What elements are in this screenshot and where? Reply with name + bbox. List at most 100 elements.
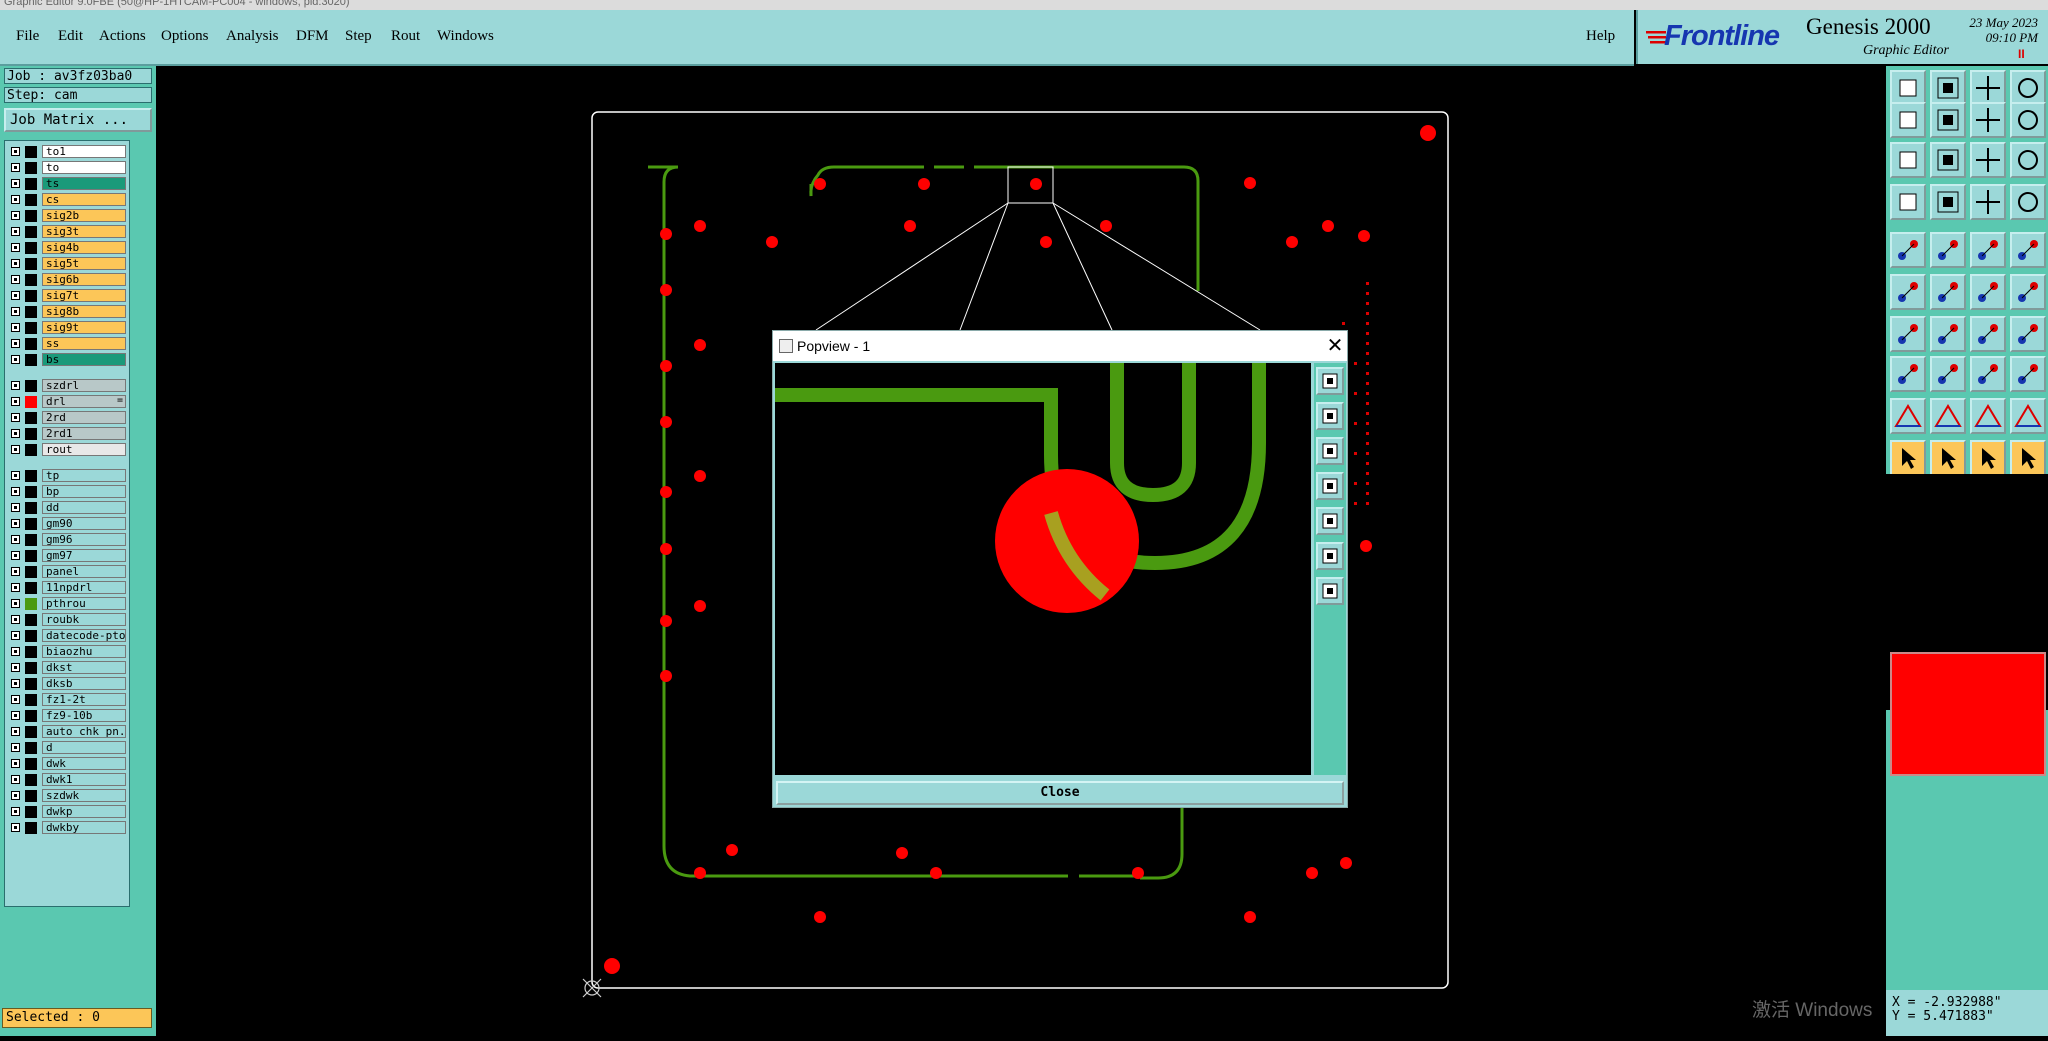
layer-checkbox[interactable]: [11, 243, 20, 252]
layer-color-swatch[interactable]: [25, 566, 37, 578]
layer-color-swatch[interactable]: [25, 726, 37, 738]
layer-name[interactable]: szdwk: [42, 789, 126, 802]
surface-edit-icon[interactable]: [2010, 398, 2046, 434]
layer-row[interactable]: 11npdrl: [5, 581, 129, 595]
layer-checkbox[interactable]: [11, 291, 20, 300]
pv-pan-left-icon[interactable]: [1316, 472, 1344, 500]
layer-checkbox[interactable]: [11, 535, 20, 544]
feature-select-icon[interactable]: [1890, 356, 1926, 392]
menu-step[interactable]: Step: [345, 28, 372, 45]
layer-checkbox[interactable]: [11, 339, 20, 348]
layer-row[interactable]: cs: [5, 193, 129, 207]
layer-row[interactable]: gm90: [5, 517, 129, 531]
layer-name[interactable]: dksb: [42, 677, 126, 690]
menu-edit[interactable]: Edit: [58, 28, 83, 45]
layer-row[interactable]: dwk: [5, 757, 129, 771]
layer-name[interactable]: sig3t: [42, 225, 126, 238]
layer-color-swatch[interactable]: [25, 742, 37, 754]
layer-checkbox[interactable]: [11, 211, 20, 220]
layer-color-swatch[interactable]: [25, 162, 37, 174]
dimension-icon[interactable]: [1970, 356, 2006, 392]
layer-color-swatch[interactable]: [25, 178, 37, 190]
layer-name[interactable]: dd: [42, 501, 126, 514]
layer-checkbox[interactable]: [11, 695, 20, 704]
surface-fill-icon[interactable]: [1970, 398, 2006, 434]
layer-checkbox[interactable]: [11, 791, 20, 800]
snap-icon[interactable]: [1890, 184, 1926, 220]
layer-row[interactable]: bs: [5, 353, 129, 367]
layer-row[interactable]: dwkby: [5, 821, 129, 835]
layer-color-swatch[interactable]: [25, 242, 37, 254]
layer-color-swatch[interactable]: [25, 550, 37, 562]
layer-checkbox[interactable]: [11, 195, 20, 204]
measure-icon[interactable]: [1970, 232, 2006, 268]
layer-row[interactable]: sig7t: [5, 289, 129, 303]
layer-row[interactable]: ss: [5, 337, 129, 351]
layer-color-swatch[interactable]: [25, 322, 37, 334]
layer-name[interactable]: tp: [42, 469, 126, 482]
layer-name[interactable]: ss: [42, 337, 126, 350]
layer-color-swatch[interactable]: [25, 380, 37, 392]
layer-color-swatch[interactable]: [25, 444, 37, 456]
layer-checkbox[interactable]: [11, 179, 20, 188]
pan-left-icon[interactable]: [1890, 102, 1926, 138]
layer-name[interactable]: ts: [42, 177, 126, 190]
layer-checkbox[interactable]: [11, 583, 20, 592]
layer-row[interactable]: drl =: [5, 395, 129, 409]
layer-name[interactable]: sig4b: [42, 241, 126, 254]
layer-checkbox[interactable]: [11, 759, 20, 768]
layer-row[interactable]: pthrou: [5, 597, 129, 611]
layer-row[interactable]: sig8b: [5, 305, 129, 319]
layer-name[interactable]: to: [42, 161, 126, 174]
layer-checkbox[interactable]: [11, 775, 20, 784]
layer-name[interactable]: fz1-2t: [42, 693, 126, 706]
layer-name[interactable]: sig2b: [42, 209, 126, 222]
layer-checkbox[interactable]: [11, 679, 20, 688]
undo-icon[interactable]: [2010, 102, 2046, 138]
layer-checkbox[interactable]: [11, 727, 20, 736]
layer-row[interactable]: dd: [5, 501, 129, 515]
layer-color-swatch[interactable]: [25, 774, 37, 786]
layer-name[interactable]: sig9t: [42, 321, 126, 334]
layer-name[interactable]: sig5t: [42, 257, 126, 270]
fit-screen-icon[interactable]: [1890, 142, 1926, 178]
layer-name[interactable]: dwk1: [42, 773, 126, 786]
layer-checkbox[interactable]: [11, 397, 20, 406]
layer-color-swatch[interactable]: [25, 470, 37, 482]
zoom-out-icon[interactable]: [1930, 70, 1966, 106]
layer-checkbox[interactable]: [11, 445, 20, 454]
layer-row[interactable]: panel: [5, 565, 129, 579]
layer-name[interactable]: cs: [42, 193, 126, 206]
pv-center-icon[interactable]: [1316, 577, 1344, 605]
layer-name[interactable]: gm96: [42, 533, 126, 546]
popview-title-bar[interactable]: Popview - 1 ✕: [773, 331, 1347, 361]
menu-windows[interactable]: Windows: [437, 28, 494, 45]
layer-row[interactable]: fz9-10b: [5, 709, 129, 723]
layer-color-swatch[interactable]: [25, 290, 37, 302]
layer-checkbox[interactable]: [11, 599, 20, 608]
layer-row[interactable]: rout: [5, 443, 129, 457]
layer-name[interactable]: rout: [42, 443, 126, 456]
redraw-icon[interactable]: [1970, 102, 2006, 138]
layer-row[interactable]: sig5t: [5, 257, 129, 271]
layer-name[interactable]: auto_chk_pn.: [42, 725, 126, 738]
line-edit-icon[interactable]: [1930, 316, 1966, 352]
select-cursor-icon[interactable]: [1970, 440, 2006, 476]
layer-row[interactable]: szdrl: [5, 379, 129, 393]
popview-view[interactable]: [775, 363, 1311, 775]
layer-color-swatch[interactable]: [25, 710, 37, 722]
layer-checkbox[interactable]: [11, 615, 20, 624]
zoom-home-icon[interactable]: [1890, 70, 1926, 106]
ratio-icon[interactable]: [1970, 142, 2006, 178]
layer-row[interactable]: sig3t: [5, 225, 129, 239]
net-compare-icon[interactable]: [2010, 184, 2046, 220]
layer-color-swatch[interactable]: [25, 534, 37, 546]
delete-icon[interactable]: [1930, 274, 1966, 310]
layer-name[interactable]: pthrou: [42, 597, 126, 610]
layer-checkbox[interactable]: [11, 471, 20, 480]
circle-icon[interactable]: [2010, 232, 2046, 268]
layer-row[interactable]: szdwk: [5, 789, 129, 803]
layer-checkbox[interactable]: [11, 551, 20, 560]
layer-name[interactable]: gm90: [42, 517, 126, 530]
layer-name[interactable]: szdrl: [42, 379, 126, 392]
